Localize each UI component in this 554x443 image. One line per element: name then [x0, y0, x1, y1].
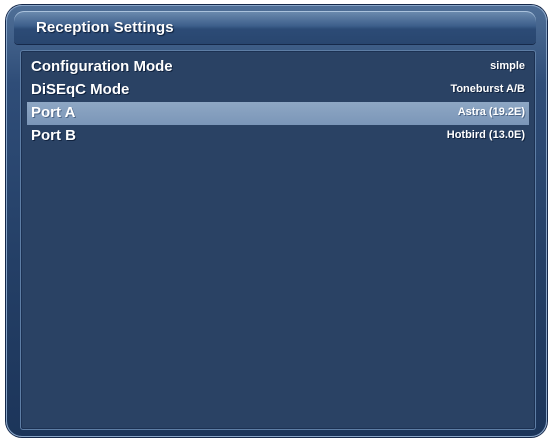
setting-label: Port B	[31, 127, 76, 144]
setting-label: Configuration Mode	[31, 58, 173, 75]
setting-value: simple	[490, 60, 525, 72]
setting-row-diseqc-mode[interactable]: DiSEqC Mode Toneburst A/B	[27, 79, 529, 102]
setting-value: Astra (19.2E)	[457, 106, 525, 118]
setting-row-configuration-mode[interactable]: Configuration Mode simple	[27, 56, 529, 79]
tv-screen: Reception Settings Configuration Mode si…	[0, 0, 554, 443]
setting-row-port-b[interactable]: Port B Hotbird (13.0E)	[27, 125, 529, 148]
setting-value: Toneburst A/B	[450, 83, 525, 95]
dialog-title: Reception Settings	[36, 19, 174, 36]
setting-value: Hotbird (13.0E)	[446, 129, 525, 141]
setting-row-port-a[interactable]: Port A Astra (19.2E)	[27, 102, 529, 125]
setting-label: DiSEqC Mode	[31, 81, 130, 98]
settings-panel: Configuration Mode simple DiSEqC Mode To…	[20, 50, 536, 430]
settings-list: Configuration Mode simple DiSEqC Mode To…	[27, 56, 529, 148]
setting-label: Port A	[31, 104, 76, 121]
title-bar: Reception Settings	[14, 11, 536, 44]
